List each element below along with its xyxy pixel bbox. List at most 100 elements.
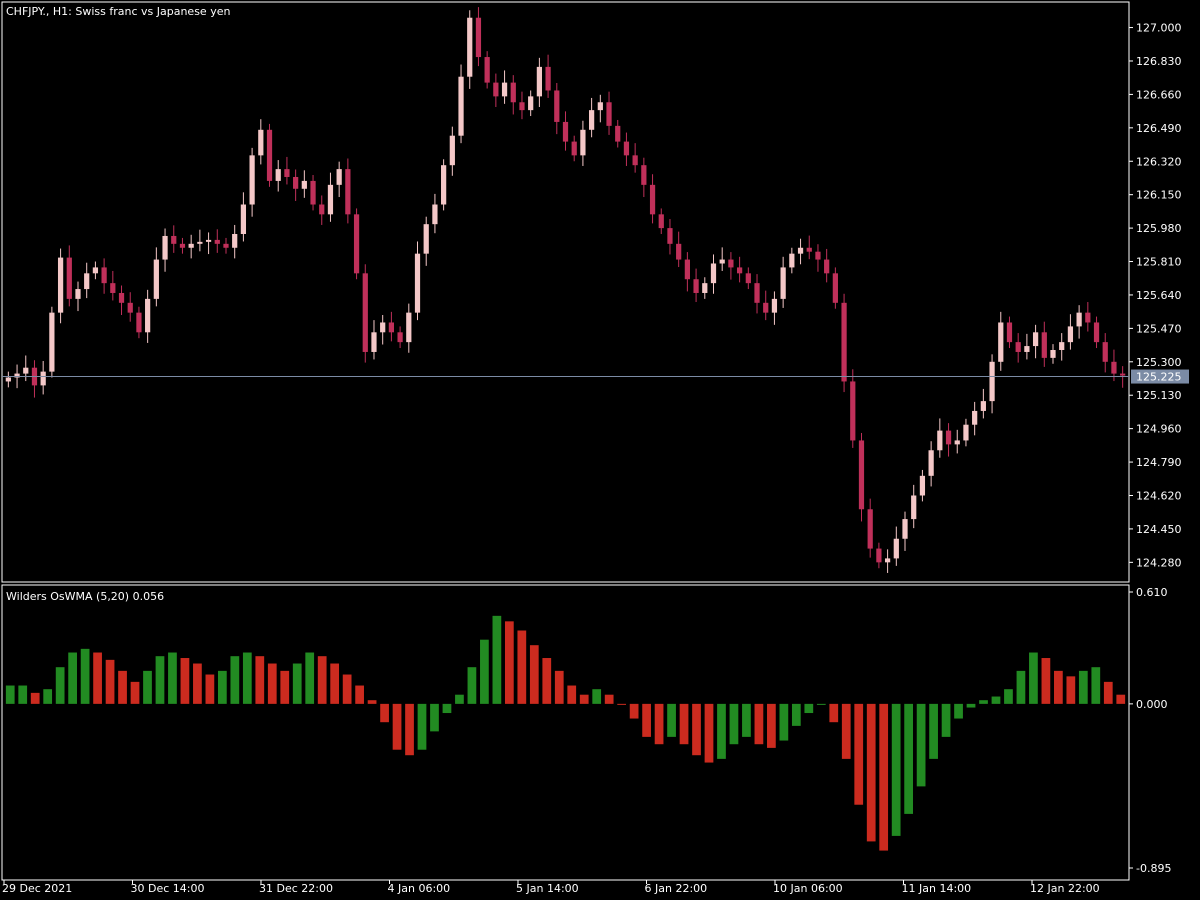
y-tick-label: 125.300 bbox=[1136, 356, 1182, 369]
candle-body bbox=[205, 239, 212, 242]
price-panel-border bbox=[1, 1, 1130, 583]
candle-body bbox=[824, 259, 830, 274]
candle-body bbox=[293, 176, 299, 189]
histogram-bar bbox=[717, 703, 726, 759]
histogram-bar bbox=[455, 694, 464, 704]
candle-body bbox=[1102, 342, 1108, 362]
candle-body bbox=[484, 57, 490, 83]
histogram-bar bbox=[929, 703, 938, 759]
histogram-bar bbox=[642, 703, 651, 737]
candle-body bbox=[545, 66, 551, 91]
histogram-bar bbox=[317, 656, 327, 704]
candle-body bbox=[1024, 346, 1030, 352]
histogram-bar bbox=[517, 630, 527, 704]
chart-svg: 127.000 126.830 126.660 126.490 126.320 126.1… bbox=[1, 1, 1189, 895]
candle-body bbox=[101, 267, 107, 284]
candle-body bbox=[510, 82, 516, 103]
histogram-bar bbox=[405, 703, 414, 756]
histogram-bar bbox=[342, 674, 352, 704]
candle-body bbox=[118, 292, 125, 303]
candle-body bbox=[319, 204, 325, 215]
histogram-bar bbox=[205, 674, 215, 704]
candle-body bbox=[928, 450, 934, 476]
candle-body bbox=[519, 102, 525, 111]
y-tick-label: 127.000 bbox=[1136, 22, 1182, 35]
histogram-bar bbox=[118, 670, 127, 704]
candle-body bbox=[789, 253, 795, 268]
candle-body bbox=[179, 243, 186, 248]
candle-body bbox=[1006, 322, 1013, 343]
candle-body bbox=[423, 224, 429, 254]
candle-body bbox=[232, 234, 238, 248]
indicator-y-tick-label: 0.000 bbox=[1136, 698, 1168, 711]
candle-body bbox=[554, 90, 560, 122]
candle-body bbox=[676, 243, 682, 260]
candle-body bbox=[1015, 342, 1021, 352]
candle-body bbox=[458, 76, 464, 136]
candle-body bbox=[1067, 326, 1074, 343]
histogram-bar bbox=[754, 703, 764, 745]
candle-body bbox=[841, 302, 847, 382]
candle-body bbox=[911, 495, 917, 520]
candle-body bbox=[1085, 312, 1091, 323]
histogram-bar bbox=[1016, 670, 1026, 704]
candle-body bbox=[1111, 361, 1117, 374]
candle-body bbox=[528, 96, 534, 111]
candle-body bbox=[919, 475, 926, 496]
x-tick-label: 10 Jan 06:00 bbox=[773, 882, 843, 895]
histogram-bar bbox=[679, 703, 689, 745]
candle-body bbox=[275, 169, 281, 181]
candle-body bbox=[1093, 322, 1100, 343]
histogram-bar bbox=[280, 670, 290, 704]
candle-body bbox=[632, 155, 638, 166]
y-tick-label: 126.490 bbox=[1136, 122, 1182, 135]
histogram-bar bbox=[692, 703, 701, 756]
candle-body bbox=[475, 17, 482, 58]
histogram-bar bbox=[292, 663, 302, 704]
histogram-bar bbox=[529, 645, 539, 704]
candle-body bbox=[771, 298, 778, 313]
candle-body bbox=[388, 322, 395, 333]
candle-body bbox=[136, 312, 142, 333]
y-tick-label: 124.960 bbox=[1136, 423, 1182, 436]
histogram-bar bbox=[954, 703, 963, 719]
candle-body bbox=[501, 82, 508, 97]
x-tick-label: 4 Jan 06:00 bbox=[388, 882, 451, 895]
histogram-bar bbox=[829, 703, 839, 723]
histogram-bar bbox=[841, 703, 851, 759]
candle-body bbox=[658, 214, 664, 229]
histogram-bar bbox=[979, 700, 988, 704]
histogram-bar bbox=[579, 694, 589, 704]
histogram-bar bbox=[255, 656, 265, 704]
candle-body bbox=[876, 548, 882, 563]
candle-body bbox=[75, 289, 81, 299]
histogram-bar bbox=[130, 681, 140, 704]
candle-body bbox=[980, 401, 986, 411]
candle-body bbox=[719, 259, 725, 264]
histogram-bar bbox=[654, 703, 664, 745]
indicator-y-tick-label: -0.895 bbox=[1136, 862, 1171, 875]
histogram-bar bbox=[542, 658, 552, 704]
candle-body bbox=[1120, 373, 1126, 376]
y-tick-label: 125.640 bbox=[1136, 289, 1182, 302]
histogram-bar bbox=[1091, 667, 1101, 704]
candle-body bbox=[66, 257, 72, 299]
histogram-bar bbox=[242, 652, 252, 704]
x-tick-label: 11 Jan 14:00 bbox=[902, 882, 972, 895]
candle-body bbox=[989, 361, 995, 402]
histogram-bar bbox=[779, 703, 789, 741]
candle-body bbox=[310, 180, 316, 205]
candle-body bbox=[728, 259, 734, 268]
candle-body bbox=[754, 283, 760, 303]
histogram-bar bbox=[5, 685, 15, 704]
candle-body bbox=[1032, 332, 1039, 347]
candle-body bbox=[693, 279, 699, 293]
histogram-bar bbox=[55, 667, 65, 704]
candle-body bbox=[597, 102, 603, 111]
candle-body bbox=[171, 235, 177, 244]
candle-body bbox=[145, 298, 151, 333]
candles-group bbox=[5, 7, 1126, 573]
candle-body bbox=[1076, 312, 1082, 327]
histogram-bar bbox=[1116, 694, 1126, 704]
histogram-bar bbox=[442, 703, 452, 714]
